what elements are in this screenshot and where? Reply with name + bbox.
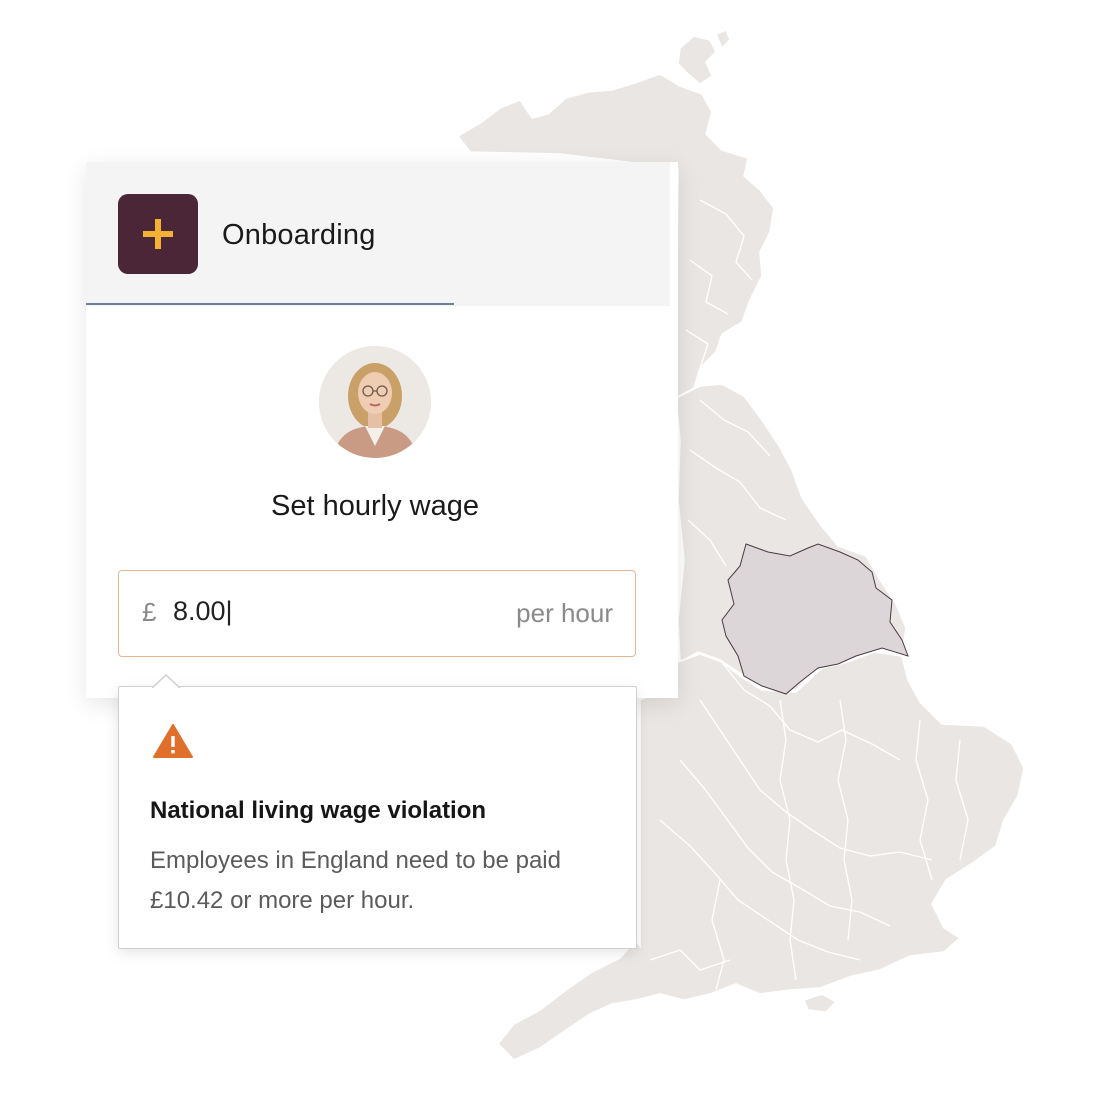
wage-unit: per hour: [516, 598, 613, 628]
avatar: [319, 346, 431, 458]
isle-of-wight: [802, 993, 838, 1013]
popover-caret: [152, 674, 180, 688]
orkney-islands: [677, 35, 717, 85]
tab-underline: [86, 303, 454, 305]
currency-symbol: £: [142, 597, 157, 627]
warning-icon: [153, 724, 193, 758]
alert-title: National living wage violation: [150, 797, 487, 824]
employee-avatar-icon: [319, 346, 431, 458]
app-icon: [118, 194, 198, 274]
plus-icon: [143, 219, 173, 249]
section-title: Set hourly wage: [271, 490, 479, 522]
onboarding-card: Onboarding Set hourly wage £ 8.00| per h…: [86, 162, 678, 698]
wage-violation-alert: National living wage violation Employees…: [118, 674, 637, 949]
onboarding-title: Onboarding: [222, 219, 376, 251]
hourly-wage-input[interactable]: £ 8.00| per hour: [118, 570, 636, 657]
card-header: Onboarding: [86, 162, 670, 306]
alert-message: Employees in England need to be paid £10…: [150, 847, 561, 914]
shetland-islands: [714, 28, 731, 50]
wage-value[interactable]: 8.00|: [173, 596, 233, 627]
